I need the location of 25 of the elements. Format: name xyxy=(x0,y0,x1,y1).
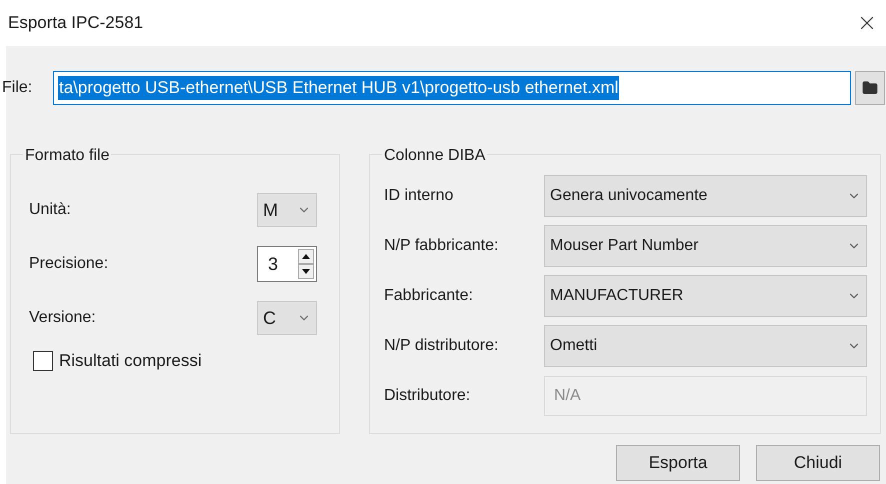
field-label: ID interno xyxy=(384,186,454,206)
dropdown[interactable]: M xyxy=(257,193,317,227)
checkbox[interactable] xyxy=(33,350,53,371)
dropdown[interactable]: MANUFACTURER xyxy=(544,275,867,317)
field-label: Versione: xyxy=(29,308,96,328)
field-label: Distributore: xyxy=(384,386,472,406)
up-down-arrows-icon[interactable] xyxy=(298,249,314,279)
dropdown[interactable]: Genera univocamente xyxy=(544,175,867,217)
browse-button[interactable] xyxy=(855,71,885,105)
number-spinner[interactable]: 3 xyxy=(257,246,317,282)
checkbox-label: Risultati compressi xyxy=(59,350,202,372)
dropdown[interactable]: Ometti xyxy=(544,325,867,367)
dropdown[interactable]: Mouser Part Number xyxy=(544,225,867,267)
folder-icon xyxy=(862,80,878,96)
field-label: N/P distributore: xyxy=(384,336,500,356)
field-label: Unità: xyxy=(29,200,71,220)
field-label: N/P fabbricante: xyxy=(384,236,500,256)
file-path-field[interactable]: ta\progetto USB-ethernet\USB Ethernet HUB v1\progetto-usb ethernet.xml xyxy=(53,71,851,105)
window-title: Esporta IPC-2581 xyxy=(8,12,144,34)
dropdown[interactable]: C xyxy=(257,301,317,335)
dialog-button[interactable]: Esporta xyxy=(616,445,740,481)
file-label: File: xyxy=(1,78,34,98)
field-label: Fabbricante: xyxy=(384,286,474,306)
dialog-button[interactable]: Chiudi xyxy=(756,445,880,481)
field-label: Precisione: xyxy=(29,254,108,274)
